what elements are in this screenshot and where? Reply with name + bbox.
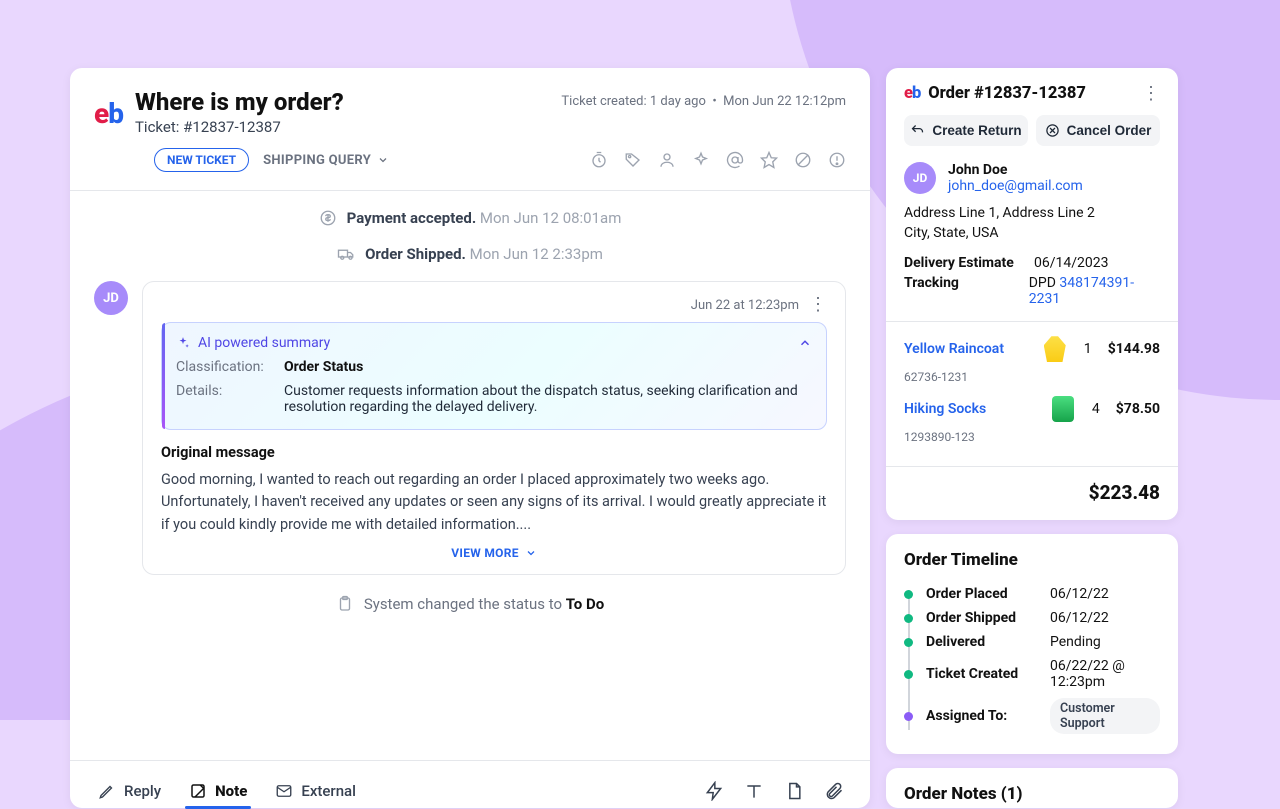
ticket-panel: eb Where is my order? Ticket: #12837-123… — [70, 68, 870, 808]
original-message-body: Good morning, I wanted to reach out rega… — [161, 469, 827, 536]
dollar-icon — [319, 209, 337, 227]
sparkle-icon[interactable] — [692, 151, 710, 169]
view-more-button[interactable]: VIEW MORE — [161, 546, 827, 560]
truck-icon — [337, 245, 355, 263]
tag-icon[interactable] — [624, 151, 642, 169]
notes-card: Order Notes (1) — [886, 768, 1178, 808]
block-icon[interactable] — [794, 151, 812, 169]
brand-logo-small: eb — [904, 84, 920, 103]
text-icon[interactable] — [744, 781, 764, 801]
category-dropdown[interactable]: SHIPPING QUERY — [263, 153, 389, 168]
attachment-icon[interactable] — [824, 781, 844, 801]
message-card: Jun 22 at 12:23pm ⋮ AI powered summary — [142, 281, 846, 575]
brand-logo: eb — [94, 88, 123, 136]
product-thumb-icon — [1044, 336, 1066, 362]
ai-sparkle-icon — [176, 336, 190, 350]
delivery-estimate: 06/14/2023 — [1034, 255, 1109, 271]
bolt-icon[interactable] — [704, 781, 724, 801]
order-item: Yellow Raincoat 1 $144.98 62736-1231 — [904, 336, 1160, 392]
user-icon[interactable] — [658, 151, 676, 169]
ticket-title: Where is my order? — [135, 88, 344, 116]
tab-external[interactable]: External — [273, 774, 358, 808]
tab-reply[interactable]: Reply — [96, 774, 163, 808]
composer-bar: Reply Note External — [70, 761, 870, 808]
event-shipped: Order Shipped. Mon Jun 12 2:33pm — [94, 245, 846, 263]
tab-note[interactable]: Note — [187, 774, 249, 808]
chevron-down-icon — [525, 547, 537, 559]
timeline-card: Order Timeline Order Placed06/12/22 Orde… — [886, 534, 1178, 754]
pen-icon — [98, 782, 116, 800]
return-icon — [910, 123, 925, 138]
cancel-icon — [1045, 123, 1060, 138]
ai-summary-box: AI powered summary Classification: Order… — [161, 322, 827, 430]
ai-details: Customer requests information about the … — [284, 383, 812, 415]
timer-icon[interactable] — [590, 151, 608, 169]
order-menu-icon[interactable]: ⋮ — [1142, 85, 1160, 103]
tracking-number: DPD 348174391-2231 — [1029, 275, 1160, 307]
message-avatar: JD — [94, 281, 128, 315]
ticket-id: Ticket: #12837-12387 — [135, 118, 344, 136]
order-card: eb Order #12837-12387 ⋮ Create Return Ca… — [886, 68, 1178, 520]
customer-address: Address Line 1, Address Line 2 City, Sta… — [904, 204, 1160, 243]
assignee-badge: Customer Support — [1050, 698, 1160, 734]
new-ticket-badge: NEW TICKET — [154, 148, 249, 172]
clipboard-icon — [336, 595, 354, 613]
order-total: $223.48 — [904, 481, 1160, 504]
mention-icon[interactable] — [726, 151, 744, 169]
ticket-created-meta: Ticket created: 1 day ago • Mon Jun 22 1… — [561, 94, 846, 109]
ai-classification: Order Status — [284, 359, 812, 375]
cancel-order-button[interactable]: Cancel Order — [1036, 115, 1160, 146]
message-menu-icon[interactable]: ⋮ — [809, 296, 827, 314]
event-payment: Payment accepted. Mon Jun 12 08:01am — [94, 209, 846, 227]
customer-email[interactable]: john_doe@gmail.com — [948, 178, 1083, 194]
original-message-heading: Original message — [161, 444, 827, 461]
order-items: Yellow Raincoat 1 $144.98 62736-1231 Hik… — [904, 336, 1160, 452]
message-timestamp: Jun 22 at 12:23pm — [691, 298, 799, 313]
star-icon[interactable] — [760, 151, 778, 169]
alert-icon[interactable] — [828, 151, 846, 169]
mail-icon — [275, 782, 293, 800]
create-return-button[interactable]: Create Return — [904, 115, 1028, 146]
product-thumb-icon — [1052, 396, 1074, 422]
chevron-down-icon — [377, 154, 389, 166]
document-icon[interactable] — [784, 781, 804, 801]
collapse-icon[interactable] — [798, 336, 812, 350]
note-icon — [189, 782, 207, 800]
customer-name: John Doe — [948, 162, 1083, 178]
customer-avatar: JD — [904, 162, 936, 194]
order-item: Hiking Socks 4 $78.50 1293890-123 — [904, 396, 1160, 452]
order-title: Order #12837-12387 — [928, 84, 1086, 103]
notes-title: Order Notes (1) — [904, 784, 1160, 804]
status-change-event: System changed the status to To Do — [94, 595, 846, 613]
